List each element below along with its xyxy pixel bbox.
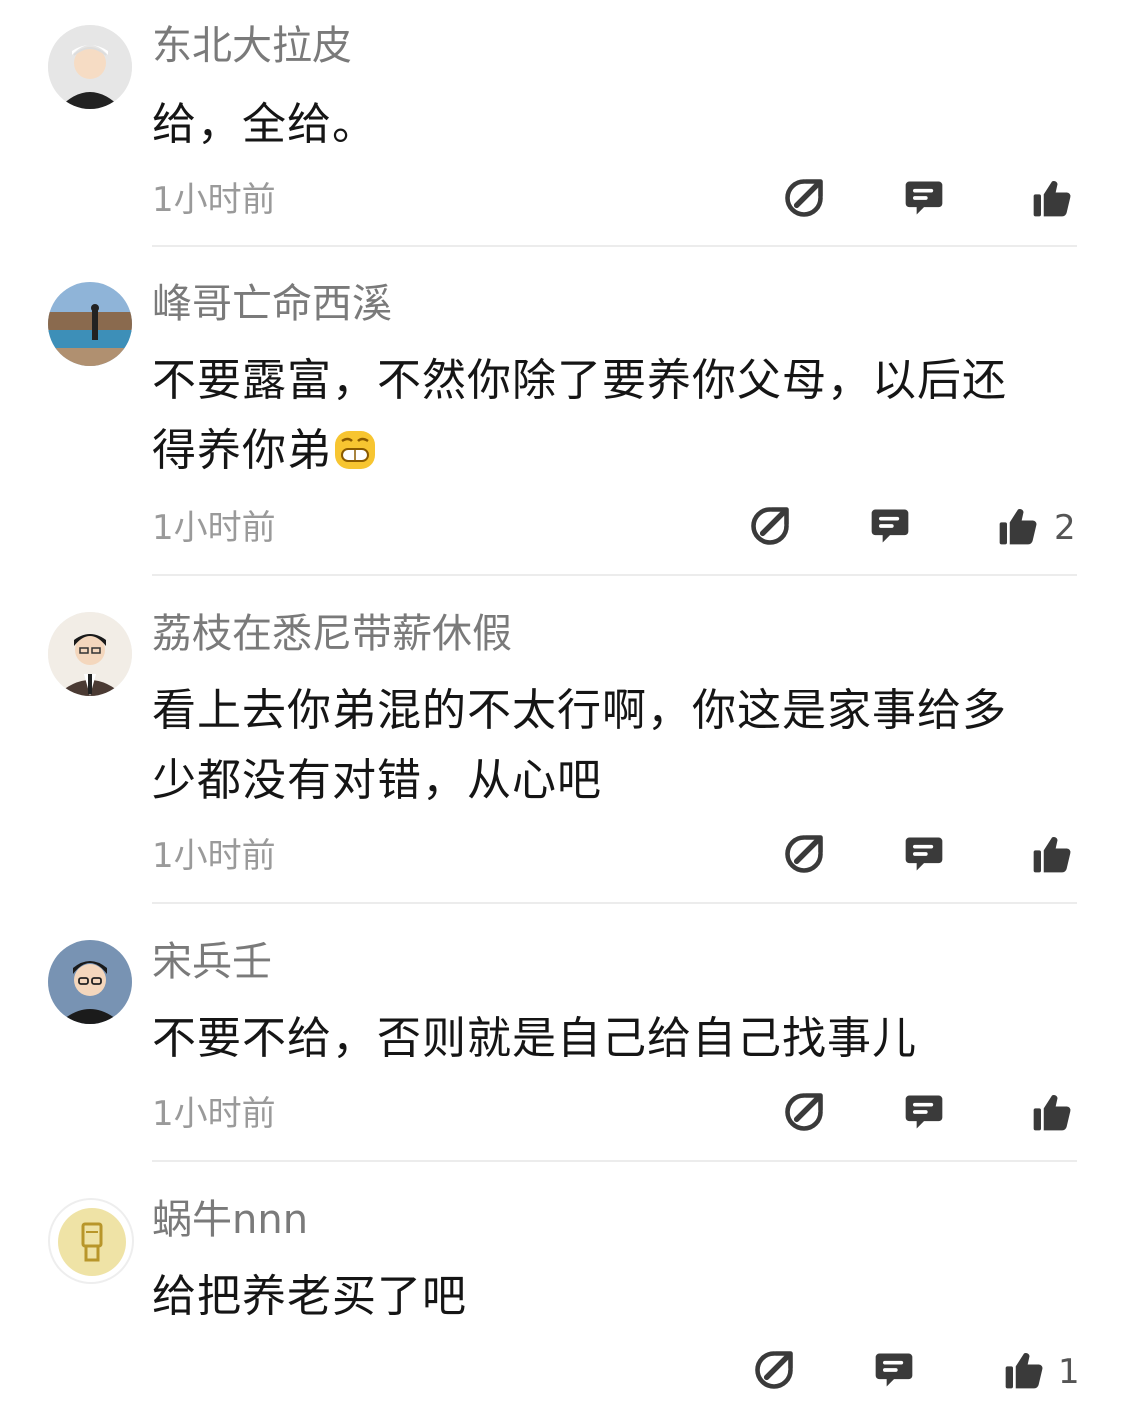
timestamp: 1小时前 xyxy=(152,508,276,548)
timestamp: 1小时前 xyxy=(152,836,276,876)
share-icon[interactable] xyxy=(750,1346,798,1394)
avatar[interactable] xyxy=(48,282,132,366)
username[interactable]: 峰哥亡命西溪 xyxy=(152,280,392,328)
comment-text-line-2-text: 得养你弟 xyxy=(152,425,332,476)
comment-icon[interactable] xyxy=(900,1088,948,1136)
share-icon[interactable] xyxy=(780,1088,828,1136)
comment-text-line-1: 看上去你弟混的不太行啊，你这是家事给多 xyxy=(152,685,1007,736)
grinning-face-emoji xyxy=(335,431,375,469)
comment-icon[interactable] xyxy=(866,502,914,550)
share-icon[interactable] xyxy=(746,502,794,550)
like-count: 1 xyxy=(1058,1352,1080,1392)
comment-text-line-2: 少都没有对错，从心吧 xyxy=(152,755,602,806)
divider xyxy=(152,902,1077,904)
comment-item: 峰哥亡命西溪 不要露富，不然你除了要养你父母，以后还 得养你弟 1小时前 2 xyxy=(0,258,1125,576)
thumbs-up-icon[interactable] xyxy=(994,502,1042,550)
thumbs-up-icon[interactable] xyxy=(1028,174,1076,222)
comment-item: 东北大拉皮 给，全给。 1小时前 xyxy=(0,0,1125,247)
share-icon[interactable] xyxy=(780,174,828,222)
comment-text: 给把养老买了吧 xyxy=(152,1271,467,1322)
comment-text: 给，全给。 xyxy=(152,99,377,150)
comment-item: 荔枝在悉尼带薪休假 看上去你弟混的不太行啊，你这是家事给多 少都没有对错，从心吧… xyxy=(0,588,1125,904)
share-icon[interactable] xyxy=(780,830,828,878)
avatar[interactable] xyxy=(48,612,132,696)
avatar[interactable] xyxy=(48,940,132,1024)
divider xyxy=(152,245,1077,247)
avatar[interactable] xyxy=(48,25,132,109)
timestamp: 1小时前 xyxy=(152,180,276,220)
comment-icon[interactable] xyxy=(870,1346,918,1394)
username[interactable]: 宋兵壬 xyxy=(152,938,272,986)
username[interactable]: 荔枝在悉尼带薪休假 xyxy=(152,610,512,658)
comment-icon[interactable] xyxy=(900,830,948,878)
username[interactable]: 东北大拉皮 xyxy=(152,22,352,70)
avatar[interactable] xyxy=(48,1198,134,1284)
comment-text-line-2: 得养你弟 xyxy=(152,416,1072,486)
thumbs-up-icon[interactable] xyxy=(1028,830,1076,878)
timestamp: 1小时前 xyxy=(152,1094,276,1134)
comment-text-line-1: 不要露富，不然你除了要养你父母，以后还 xyxy=(152,355,1007,406)
comment-icon[interactable] xyxy=(900,174,948,222)
thumbs-up-icon[interactable] xyxy=(1028,1088,1076,1136)
divider xyxy=(152,574,1077,576)
comment-text: 不要不给，否则就是自己给自己找事儿 xyxy=(152,1013,917,1064)
divider xyxy=(152,1160,1077,1162)
comment-item: 宋兵壬 不要不给，否则就是自己给自己找事儿 1小时前 xyxy=(0,916,1125,1162)
thumbs-up-icon[interactable] xyxy=(1000,1346,1048,1394)
comment-item: 蜗牛nnn 给把养老买了吧 1 xyxy=(0,1174,1125,1414)
like-count: 2 xyxy=(1054,508,1076,548)
username[interactable]: 蜗牛nnn xyxy=(152,1196,308,1244)
